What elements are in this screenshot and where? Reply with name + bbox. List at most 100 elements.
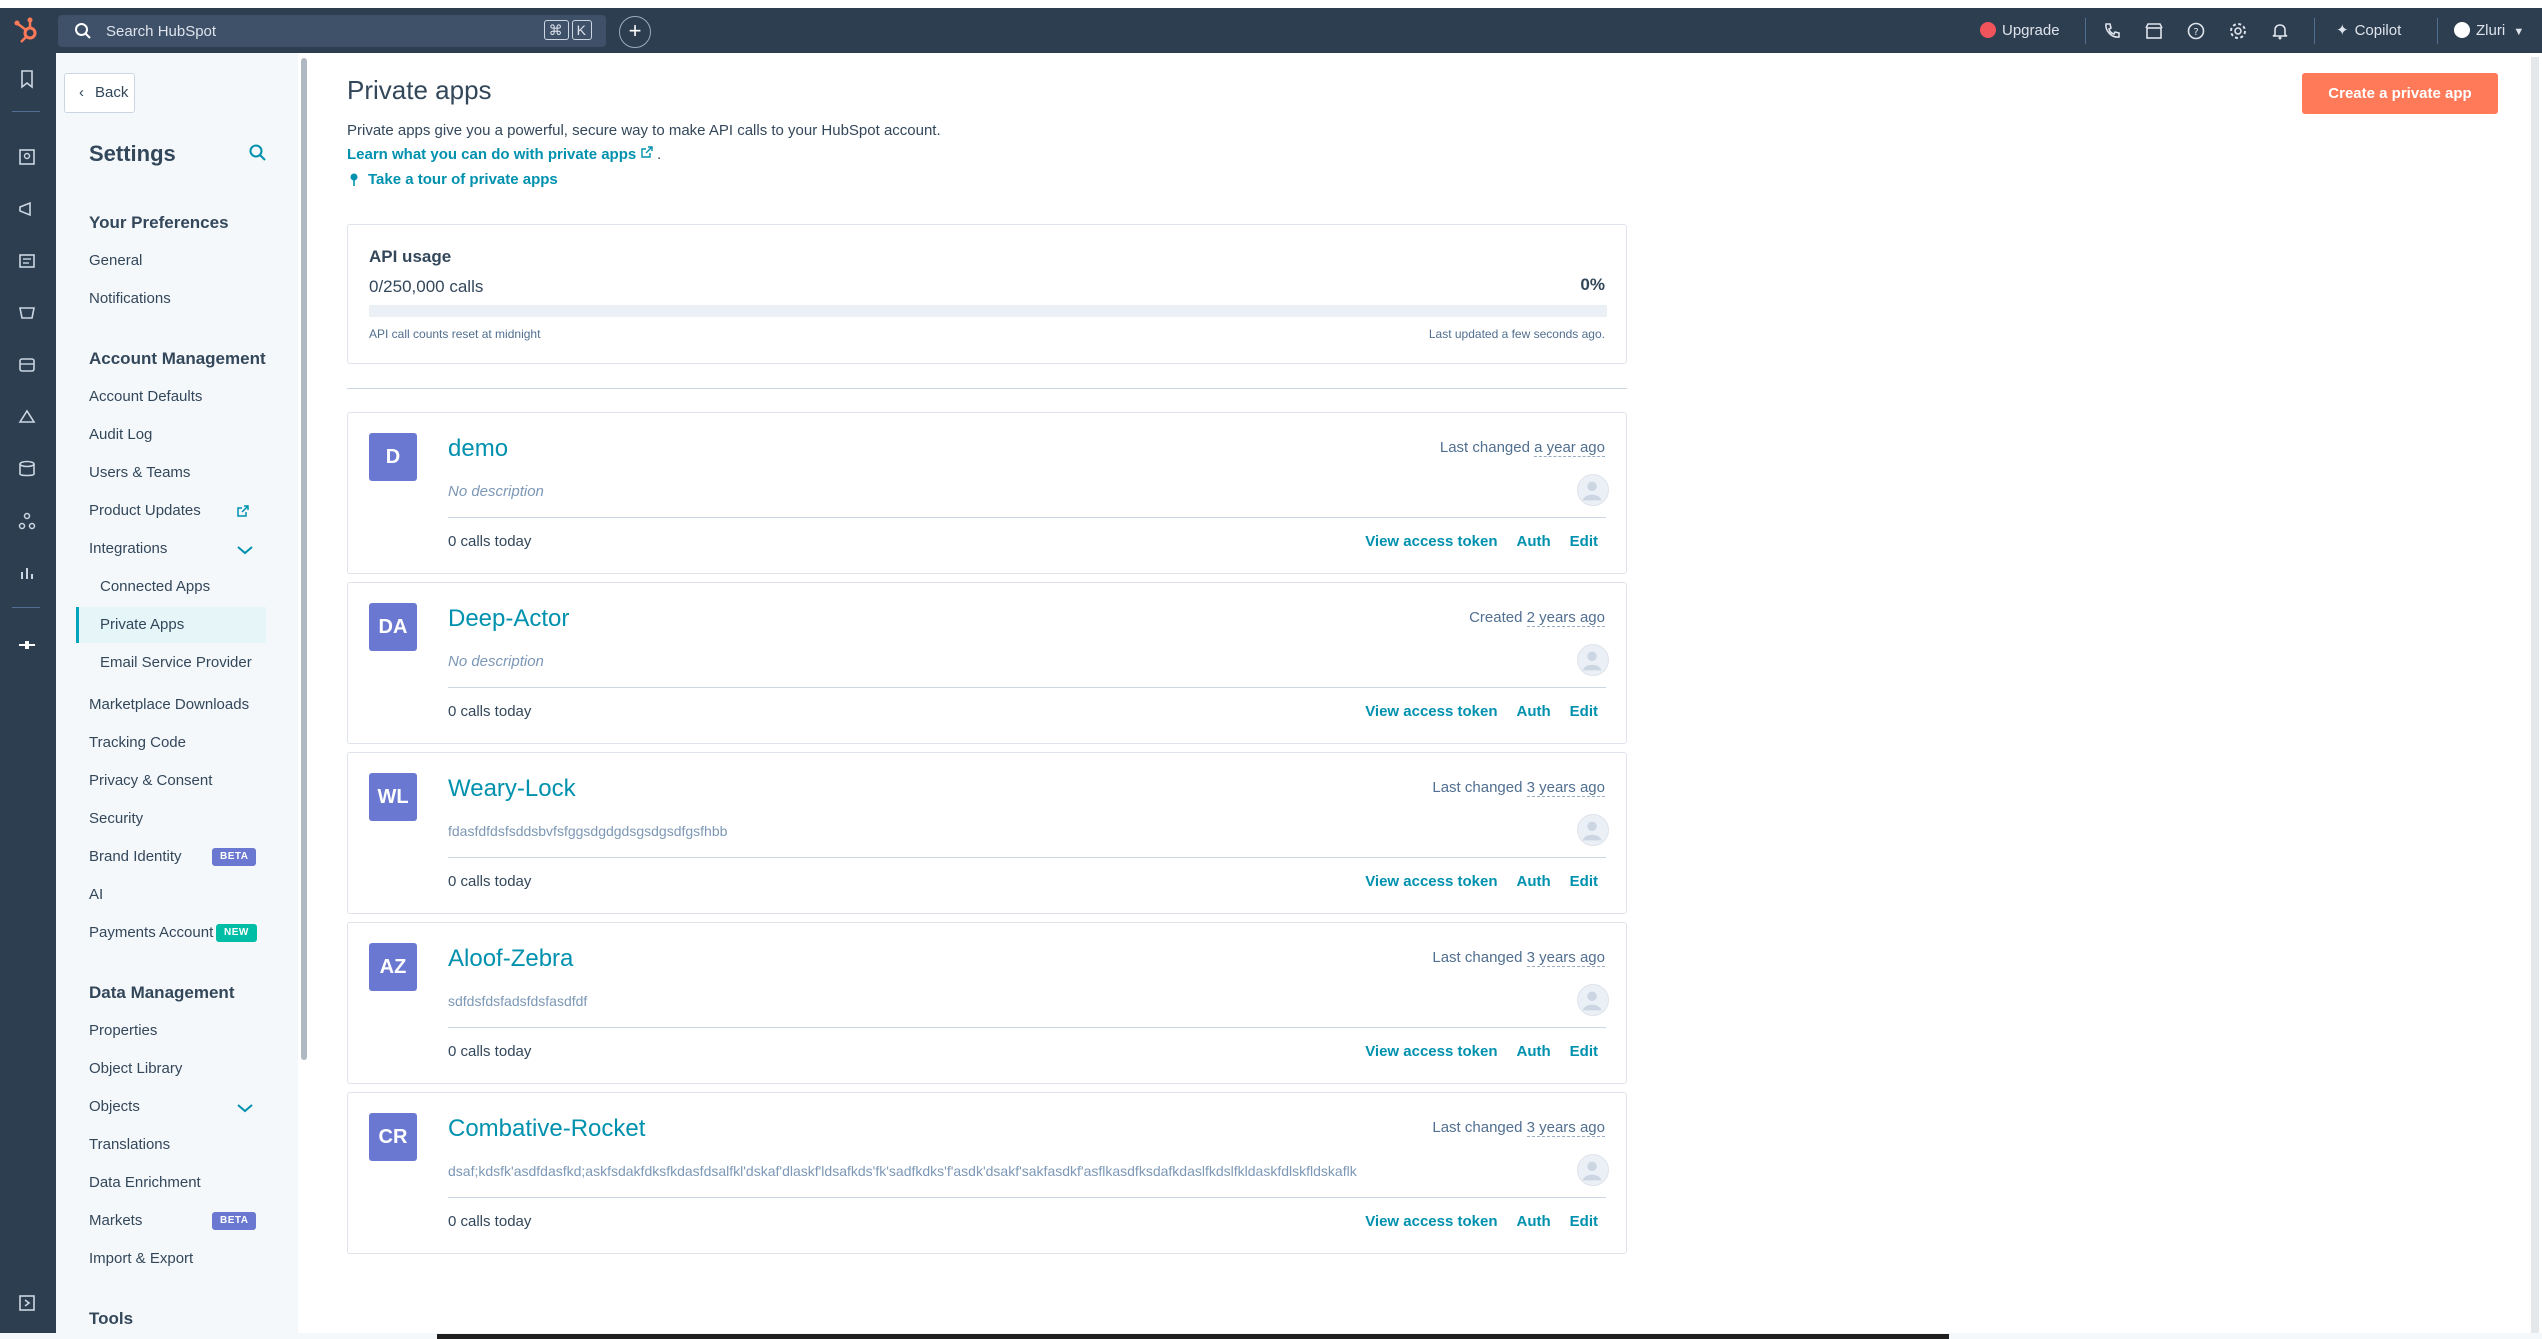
auth-link[interactable]: Auth	[1517, 703, 1551, 720]
chevron-down-icon[interactable]	[236, 544, 254, 556]
global-search-input[interactable]: Search HubSpot ⌘ K	[58, 15, 606, 47]
edit-link[interactable]: Edit	[1570, 703, 1598, 720]
sales-icon[interactable]	[16, 354, 38, 376]
auth-link[interactable]: Auth	[1517, 1043, 1551, 1060]
sidebar-item-object-library[interactable]: Object Library	[89, 1060, 182, 1077]
sidebar-item-payments-account[interactable]: Payments Account	[89, 924, 213, 941]
app-name-link[interactable]: Weary-Lock	[448, 775, 576, 803]
chevron-down-icon[interactable]	[236, 1102, 254, 1114]
expand-sidebar-icon[interactable]	[16, 1292, 38, 1314]
view-access-token-link[interactable]: View access token	[1365, 533, 1497, 550]
app-changed-ago[interactable]: 3 years ago	[1526, 1119, 1605, 1137]
sidebar-item-marketplace-downloads[interactable]: Marketplace Downloads	[89, 696, 249, 713]
page-scrollbar[interactable]	[2531, 57, 2539, 1333]
sidebar-item-connected-apps[interactable]: Connected Apps	[100, 578, 210, 595]
sidebar-item-security[interactable]: Security	[89, 810, 143, 827]
marketing-icon[interactable]	[16, 198, 38, 220]
sidebar-item-tracking-code[interactable]: Tracking Code	[89, 734, 186, 751]
sidebar-item-audit-log[interactable]: Audit Log	[89, 426, 152, 443]
app-calls-today: 0 calls today	[448, 873, 532, 890]
sidebar-item-general[interactable]: General	[89, 252, 142, 269]
api-usage-calls: 0/250,000 calls	[369, 277, 484, 296]
copilot-button[interactable]: ✦ Copilot	[2336, 19, 2401, 43]
user-avatar-icon[interactable]	[1577, 1154, 1609, 1186]
user-avatar-icon[interactable]	[1577, 984, 1609, 1016]
sidebar-item-import-export[interactable]: Import & Export	[89, 1250, 193, 1267]
app-avatar: CR	[369, 1113, 417, 1161]
view-access-token-link[interactable]: View access token	[1365, 1043, 1497, 1060]
data-management-icon[interactable]	[16, 458, 38, 480]
divider	[2314, 18, 2315, 44]
app-name-link[interactable]: Combative-Rocket	[448, 1115, 645, 1143]
edit-link[interactable]: Edit	[1570, 533, 1598, 550]
sidebar-item-ai[interactable]: AI	[89, 886, 103, 903]
sidebar-item-properties[interactable]: Properties	[89, 1022, 157, 1039]
notifications-bell-icon[interactable]	[2270, 21, 2290, 41]
auth-link[interactable]: Auth	[1517, 533, 1551, 550]
auth-link[interactable]: Auth	[1517, 1213, 1551, 1230]
upgrade-button[interactable]: Upgrade	[1980, 19, 2060, 43]
view-access-token-link[interactable]: View access token	[1365, 703, 1497, 720]
app-calls-today: 0 calls today	[448, 703, 532, 720]
edit-link[interactable]: Edit	[1570, 1043, 1598, 1060]
app-description: fdasfdfdsfsddsbvfsfggsdgdgdsgsdgsdfgsfhb…	[448, 823, 728, 839]
search-icon	[75, 23, 91, 39]
sidebar-item-account-defaults[interactable]: Account Defaults	[89, 388, 202, 405]
user-avatar-icon[interactable]	[1577, 814, 1609, 846]
integrations-plug-icon[interactable]	[16, 634, 38, 656]
divider	[448, 687, 1606, 688]
marketplace-icon[interactable]	[2144, 21, 2164, 41]
automations-icon[interactable]	[16, 510, 38, 532]
learn-private-apps-link[interactable]: Learn what you can do with private apps	[347, 146, 636, 163]
edit-link[interactable]: Edit	[1570, 1213, 1598, 1230]
sidebar-item-email-service-provider[interactable]: Email Service Provider	[100, 654, 252, 671]
sidebar-item-privacy-consent[interactable]: Privacy & Consent	[89, 772, 212, 789]
view-access-token-link[interactable]: View access token	[1365, 873, 1497, 890]
left-navigation-rail	[0, 53, 56, 1334]
commerce-icon[interactable]	[16, 302, 38, 324]
create-new-button[interactable]: +	[619, 16, 651, 48]
edit-link[interactable]: Edit	[1570, 873, 1598, 890]
sidebar-item-product-updates[interactable]: Product Updates	[89, 502, 201, 519]
bookmarks-icon[interactable]	[16, 68, 38, 90]
help-icon[interactable]: ?	[2186, 21, 2206, 41]
content-icon[interactable]	[16, 250, 38, 272]
take-tour-link[interactable]: Take a tour of private apps	[368, 171, 558, 188]
divider	[12, 607, 40, 608]
app-name-link[interactable]: demo	[448, 435, 508, 463]
app-changed-ago[interactable]: 2 years ago	[1526, 609, 1605, 627]
sidebar-scrollbar[interactable]	[301, 58, 307, 1060]
service-icon[interactable]	[16, 406, 38, 428]
learn-link-suffix: .	[657, 146, 662, 163]
search-icon[interactable]	[248, 143, 268, 163]
view-access-token-link[interactable]: View access token	[1365, 1213, 1497, 1230]
auth-link[interactable]: Auth	[1517, 873, 1551, 890]
user-avatar-icon[interactable]	[1577, 644, 1609, 676]
user-avatar-icon[interactable]	[1577, 474, 1609, 506]
divider	[448, 857, 1606, 858]
sidebar-item-integrations[interactable]: Integrations	[89, 540, 167, 557]
account-menu[interactable]: Zluri ▼	[2454, 19, 2524, 43]
sidebar-item-users-teams[interactable]: Users & Teams	[89, 464, 190, 481]
back-button[interactable]: ‹ Back	[64, 73, 135, 113]
sidebar-item-private-apps[interactable]: Private Apps	[100, 616, 184, 633]
contacts-icon[interactable]	[16, 146, 38, 168]
app-changed-ago[interactable]: a year ago	[1534, 439, 1605, 457]
sidebar-item-objects[interactable]: Objects	[89, 1098, 140, 1115]
sidebar-item-data-enrichment[interactable]: Data Enrichment	[89, 1174, 201, 1191]
reporting-icon[interactable]	[16, 562, 38, 584]
sidebar-item-translations[interactable]: Translations	[89, 1136, 170, 1153]
sidebar-item-brand-identity[interactable]: Brand Identity	[89, 848, 182, 865]
phone-icon[interactable]	[2102, 21, 2122, 41]
page-description: Private apps give you a powerful, secure…	[347, 122, 941, 139]
sidebar-item-markets[interactable]: Markets	[89, 1212, 142, 1229]
sidebar-item-notifications[interactable]: Notifications	[89, 290, 171, 307]
app-name-link[interactable]: Deep-Actor	[448, 605, 569, 633]
app-changed-ago[interactable]: 3 years ago	[1526, 779, 1605, 797]
settings-gear-icon[interactable]	[2228, 21, 2248, 41]
app-name-link[interactable]: Aloof-Zebra	[448, 945, 573, 973]
create-private-app-button[interactable]: Create a private app	[2302, 73, 2498, 114]
hubspot-logo-icon[interactable]	[12, 16, 42, 46]
horizontal-scrollbar[interactable]	[437, 1334, 1949, 1339]
app-changed-ago[interactable]: 3 years ago	[1526, 949, 1605, 967]
